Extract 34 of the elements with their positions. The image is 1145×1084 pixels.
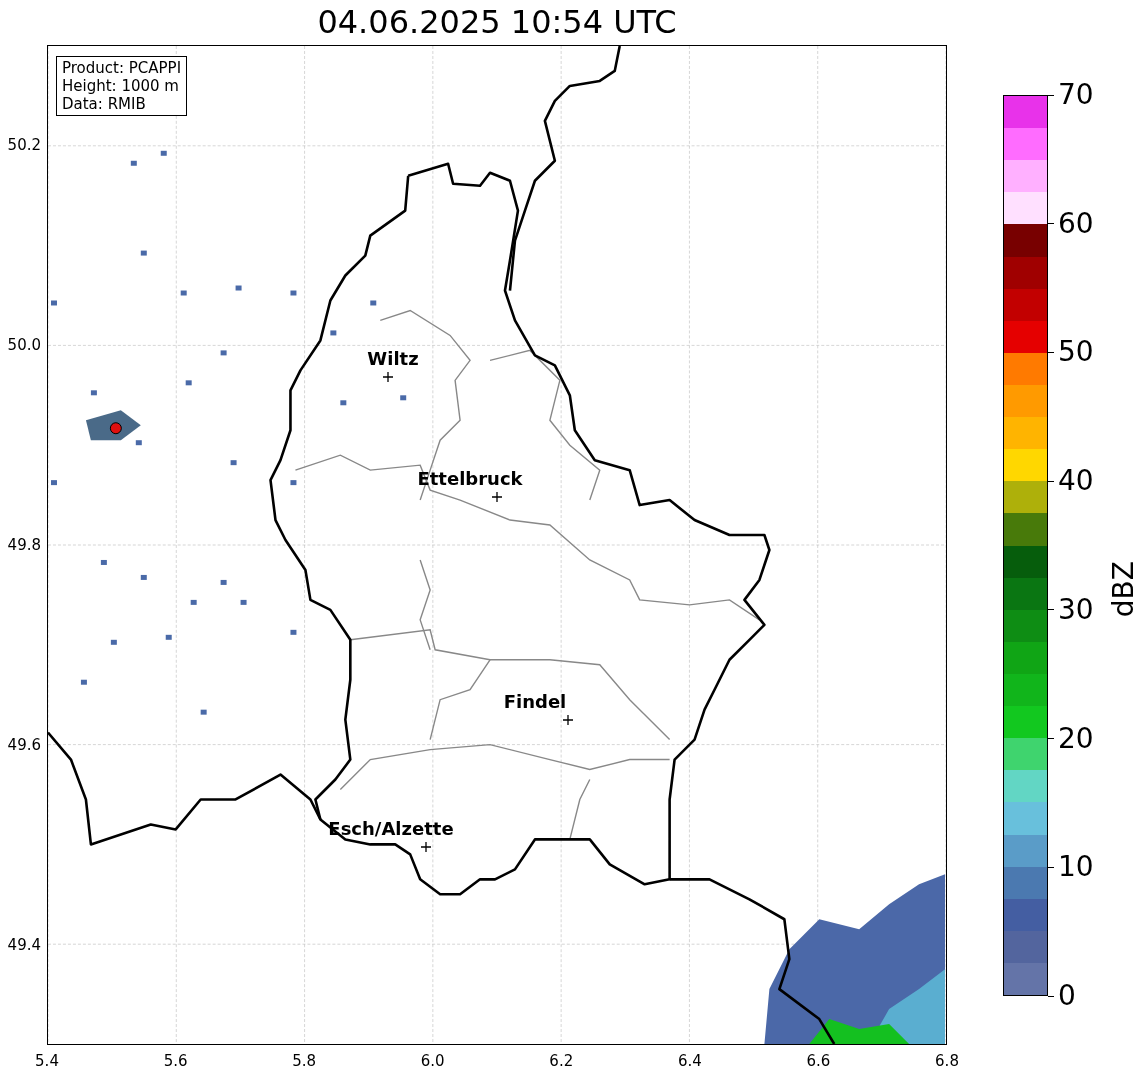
city-label: Wiltz [367, 349, 419, 369]
colorbar-tick-label: 70 [1058, 80, 1094, 110]
axis-tick-label: 6.6 [806, 1052, 831, 1070]
axis-tick-label: 49.4 [7, 936, 41, 954]
axis-tick-label: 49.8 [7, 536, 41, 554]
legend-text: Data: RMIB [62, 95, 147, 113]
city-label: Esch/Alzette [328, 819, 454, 839]
colorbar-label: dBZ [1106, 561, 1141, 618]
axis-tick-label: 5.8 [292, 1052, 317, 1070]
axis-tick-label: 5.6 [163, 1052, 188, 1070]
colorbar-tick-label: 20 [1058, 723, 1094, 754]
colorbar-tick-label: 40 [1058, 466, 1094, 497]
chart-title: 04.06.2025 10:54 UTC [316, 2, 678, 43]
legend-text: Height: 1000 m [62, 77, 180, 95]
city-marker-icon [563, 715, 573, 725]
axis-tick-label: 6.8 [935, 1052, 959, 1070]
colorbar-tick-label: 60 [1058, 208, 1094, 239]
axis-tick-label: 6.2 [549, 1052, 574, 1070]
axis-tick-label: 49.6 [7, 736, 41, 754]
colorbar-tick-label: 30 [1058, 594, 1094, 625]
city-marker-icon [421, 842, 431, 852]
city-marker-icon [492, 492, 502, 502]
colorbar-tick-label: 50 [1058, 337, 1094, 368]
axis-tick-label: 6.0 [420, 1052, 445, 1070]
axis-tick-label: 50.2 [7, 136, 41, 154]
legend-text: Product: PCAPPI [62, 59, 182, 77]
axis-tick-label: 6.4 [677, 1052, 702, 1070]
axis-tick-label: 5.4 [35, 1052, 59, 1070]
city-label: Findel [503, 692, 567, 712]
colorbar-tick-label: 10 [1058, 852, 1094, 883]
colorbar-tick-label: 0 [1058, 981, 1076, 1011]
axis-tick-label: 50.0 [7, 336, 41, 354]
city-marker-icon [383, 372, 393, 382]
city-label: Ettelbruck [417, 469, 523, 489]
